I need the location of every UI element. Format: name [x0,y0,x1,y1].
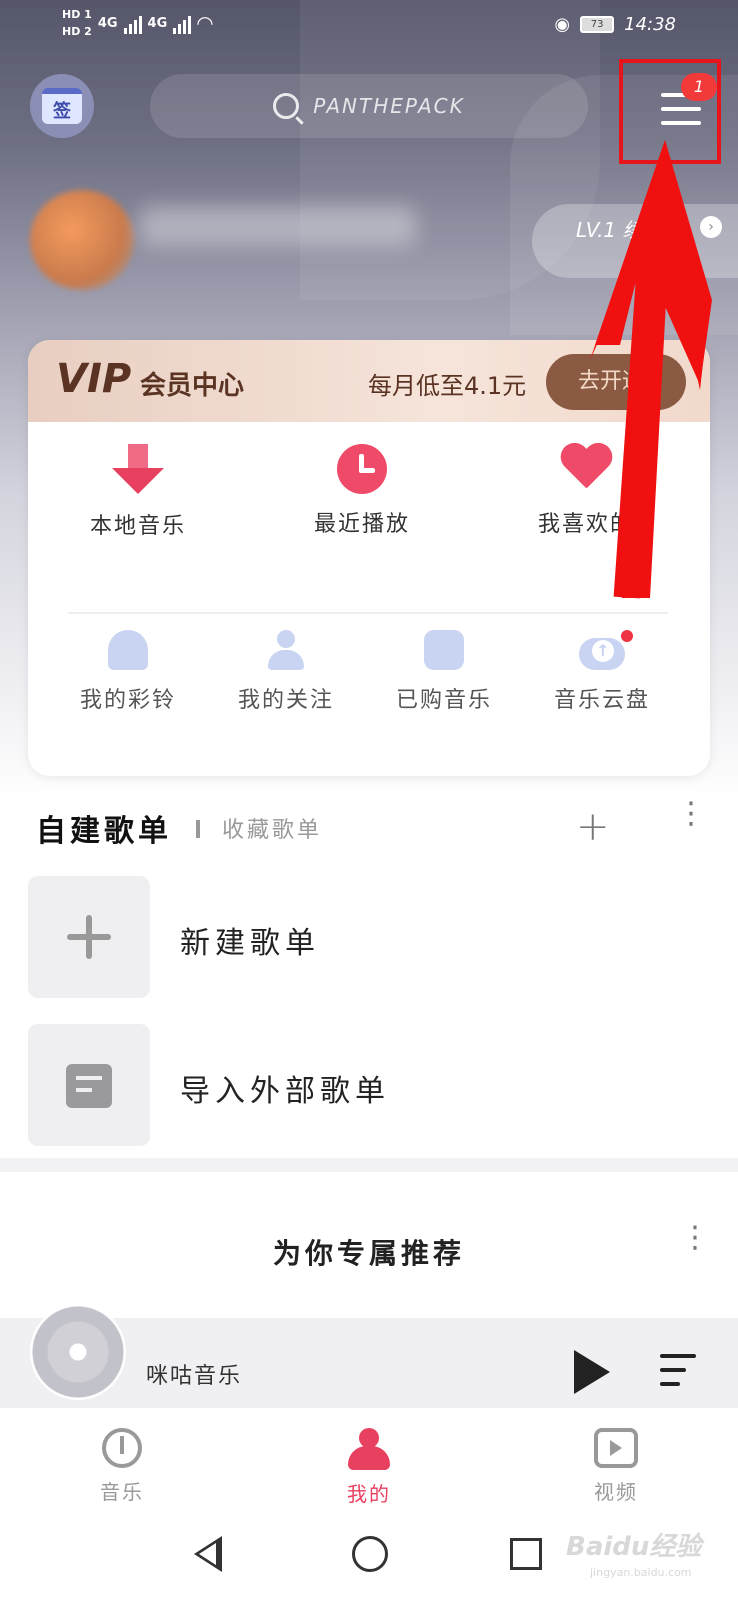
nav-tab-music[interactable]: 音乐 [62,1428,182,1505]
playlist-title: 导入外部歌单 [180,1074,390,1109]
cloud-upload-icon [579,638,625,670]
avatar[interactable] [30,190,134,290]
add-playlist-button[interactable]: + [576,804,610,850]
status-bar-left: HD 1 HD 2 4G 4G ◠ [62,8,213,38]
recent-apps-icon[interactable] [510,1538,542,1570]
search-placeholder: PANTHEPACK [313,94,465,118]
level-badge[interactable]: LV.1 续 › 分针 [532,204,738,278]
eye-icon: ◉ [554,14,571,35]
search-bar[interactable]: PANTHEPACK [150,74,588,138]
network-label: 4G [147,15,168,31]
nav-tab-video[interactable]: 视频 [556,1428,676,1505]
tool-label: 音乐云盘 [553,688,650,713]
hd-indicators: HD 1 HD 2 [62,8,92,38]
home-icon[interactable] [352,1536,388,1572]
user-icon [348,1428,390,1470]
divider [68,612,668,614]
more-options-icon[interactable]: ⋮ [676,799,706,829]
quick-link-label: 我喜欢的 [537,512,634,537]
tool-label: 已购音乐 [395,688,492,713]
watermark-logo: Baidu经验 [566,1532,702,1562]
playlist-title: 新建歌单 [180,926,320,961]
tool-following[interactable]: 我的关注 [206,630,366,714]
tool-cloud-disk[interactable]: 音乐云盘 [522,630,682,714]
bell-icon [108,630,148,670]
vip-title: 会员中心 [140,371,245,401]
quick-link-favorites[interactable]: 我喜欢的 [496,444,676,538]
quick-link-recent[interactable]: 最近播放 [272,444,452,538]
notification-badge: 1 [681,73,717,101]
nav-tab-label: 视频 [594,1480,638,1504]
signal-icon [173,12,192,34]
watermark-url: jingyan.baidu.com [590,1566,692,1579]
tool-label: 我的彩铃 [79,688,176,713]
clock-time: 14:38 [624,14,676,35]
wifi-icon: ◠ [197,11,213,35]
tool-purchased[interactable]: 已购音乐 [364,630,524,714]
shopping-bag-icon [424,630,464,670]
vip-banner[interactable]: VIP 会员中心 每月低至4.1元 去开通 [28,340,710,422]
back-icon[interactable] [194,1536,222,1572]
tool-ringtone[interactable]: 我的彩铃 [48,630,208,714]
recommend-title: 为你专属推荐 [272,1237,465,1270]
calendar-icon: 签 [42,88,82,124]
play-icon[interactable] [574,1350,610,1394]
list-item-new-playlist[interactable]: 新建歌单 [28,876,718,998]
level-subtext: 分针 [672,252,699,267]
status-bar: HD 1 HD 2 4G 4G ◠ ◉ 73 14:38 [0,0,738,60]
player-track-title: 咪咕音乐 [146,1364,243,1389]
music-disc-icon [102,1428,142,1468]
heart-icon [559,444,613,494]
vip-open-button[interactable]: 去开通 [546,354,686,410]
hd2-label: HD 2 [62,25,92,38]
more-options-icon[interactable]: ⋮ [680,1223,710,1253]
quick-link-local-music[interactable]: 本地音乐 [48,444,228,540]
signal-icon [123,12,142,34]
hd1-label: HD 1 [62,8,92,21]
clock-icon [337,444,387,494]
vip-price-text: 每月低至4.1元 [368,372,527,400]
level-text: LV.1 续 [576,218,643,242]
bottom-navigation: 音乐 我的 视频 [0,1408,738,1516]
section-separator [0,1158,738,1172]
playlist-header: 自建歌单 收藏歌单 + ⋮ [36,799,716,851]
tab-collected-playlists[interactable]: 收藏歌单 [222,812,322,844]
battery-icon: 73 [580,16,615,33]
nav-tab-label: 音乐 [100,1480,144,1504]
search-icon [273,93,300,119]
system-navigation-bar: Baidu经验 jingyan.baidu.com [0,1516,738,1600]
quick-link-label: 本地音乐 [89,514,186,539]
quick-link-label: 最近播放 [313,512,410,537]
video-icon [594,1428,638,1468]
album-disc-icon[interactable] [30,1304,126,1400]
username-blurred [140,206,416,246]
download-arrow-icon [112,444,164,496]
playlist-thumbnail [28,1024,150,1146]
list-item-import-playlist[interactable]: 导入外部歌单 [28,1024,718,1146]
tab-separator [196,820,200,838]
nav-tab-label: 我的 [347,1482,391,1506]
vip-card: VIP 会员中心 每月低至4.1元 去开通 本地音乐 最近播放 我喜欢的 我的彩… [28,340,710,776]
nav-tab-mine[interactable]: 我的 [309,1428,429,1507]
tool-label: 我的关注 [237,688,334,713]
menu-button[interactable]: 1 [619,59,721,164]
plus-icon [67,915,111,959]
network-label: 4G [97,15,118,31]
playlist-thumbnail [28,876,150,998]
user-icon [266,630,306,670]
status-bar-right: ◉ 73 14:38 [554,14,676,35]
import-icon [66,1064,112,1108]
new-dot-badge [621,630,633,642]
tab-created-playlists[interactable]: 自建歌单 [36,806,172,850]
chevron-right-icon: › [700,216,722,238]
playlist-queue-icon[interactable] [660,1354,704,1390]
sign-in-button[interactable]: 签 [30,74,94,138]
vip-logo: VIP [56,356,132,402]
